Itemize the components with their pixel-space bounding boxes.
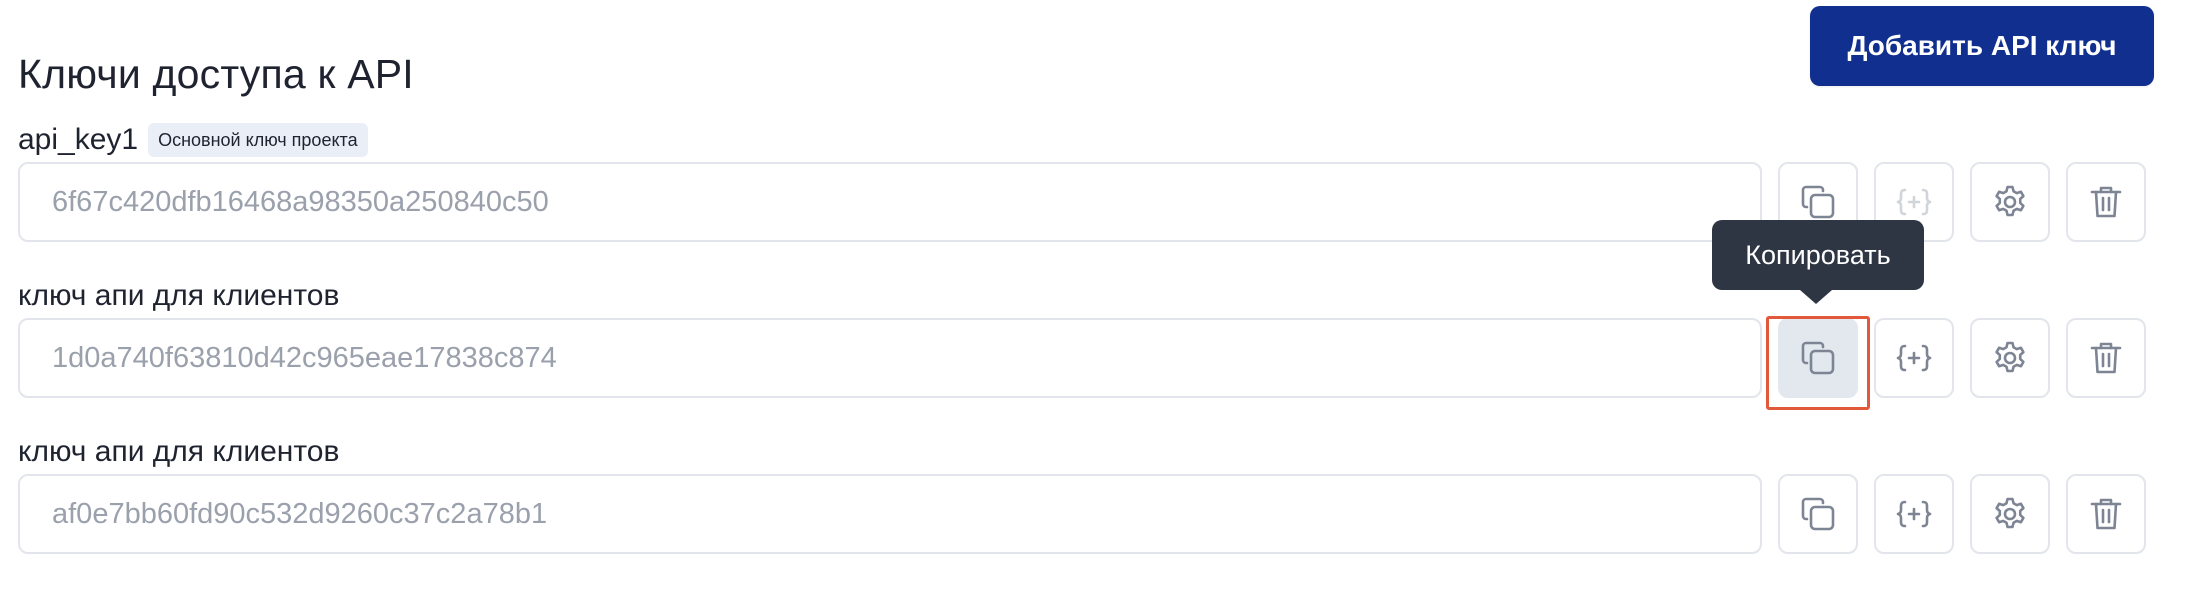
- trash-icon: [2086, 182, 2126, 222]
- api-key-field[interactable]: [18, 318, 1762, 398]
- trash-icon: [2086, 338, 2126, 378]
- api-key-field[interactable]: [18, 162, 1762, 242]
- delete-key-button[interactable]: [2066, 162, 2146, 242]
- copy-key-button[interactable]: [1778, 318, 1858, 398]
- key-settings-button[interactable]: [1970, 318, 2050, 398]
- insert-variables-button[interactable]: [1874, 474, 1954, 554]
- trash-icon: [2086, 494, 2126, 534]
- key-settings-button[interactable]: [1970, 474, 2050, 554]
- gear-icon: [1990, 338, 2030, 378]
- copy-icon: [1798, 338, 1838, 378]
- copy-tooltip: Копировать: [1712, 220, 1924, 290]
- gear-icon: [1990, 494, 2030, 534]
- gear-icon: [1990, 182, 2030, 222]
- curly-braces-plus-icon: [1894, 494, 1934, 534]
- api-key-label-line: ключ апи для клиентов: [18, 434, 339, 470]
- api-key-label-line: api_key1 Основной ключ проекта: [18, 122, 368, 158]
- page-title: Ключи доступа к API: [18, 51, 414, 98]
- api-key-label-line: ключ апи для клиентов: [18, 278, 339, 314]
- copy-icon: [1798, 494, 1838, 534]
- primary-key-badge: Основной ключ проекта: [148, 123, 368, 157]
- api-key-row: ключ апи для клиентов: [0, 434, 2188, 564]
- api-keys-page: Ключи доступа к API Добавить API ключ ap…: [0, 0, 2188, 604]
- tooltip-arrow: [1800, 290, 1832, 304]
- delete-key-button[interactable]: [2066, 318, 2146, 398]
- curly-braces-plus-icon: [1894, 182, 1934, 222]
- api-key-name: ключ апи для клиентов: [18, 435, 340, 468]
- api-key-row: ключ апи для клиентов: [0, 278, 2188, 408]
- curly-braces-plus-icon: [1894, 338, 1934, 378]
- api-key-name: api_key1: [18, 123, 139, 156]
- add-api-key-button[interactable]: Добавить API ключ: [1810, 6, 2154, 86]
- api-key-name: ключ апи для клиентов: [18, 279, 340, 312]
- insert-variables-button[interactable]: [1874, 318, 1954, 398]
- api-key-field[interactable]: [18, 474, 1762, 554]
- key-settings-button[interactable]: [1970, 162, 2050, 242]
- copy-icon: [1798, 182, 1838, 222]
- delete-key-button[interactable]: [2066, 474, 2146, 554]
- copy-key-button[interactable]: [1778, 474, 1858, 554]
